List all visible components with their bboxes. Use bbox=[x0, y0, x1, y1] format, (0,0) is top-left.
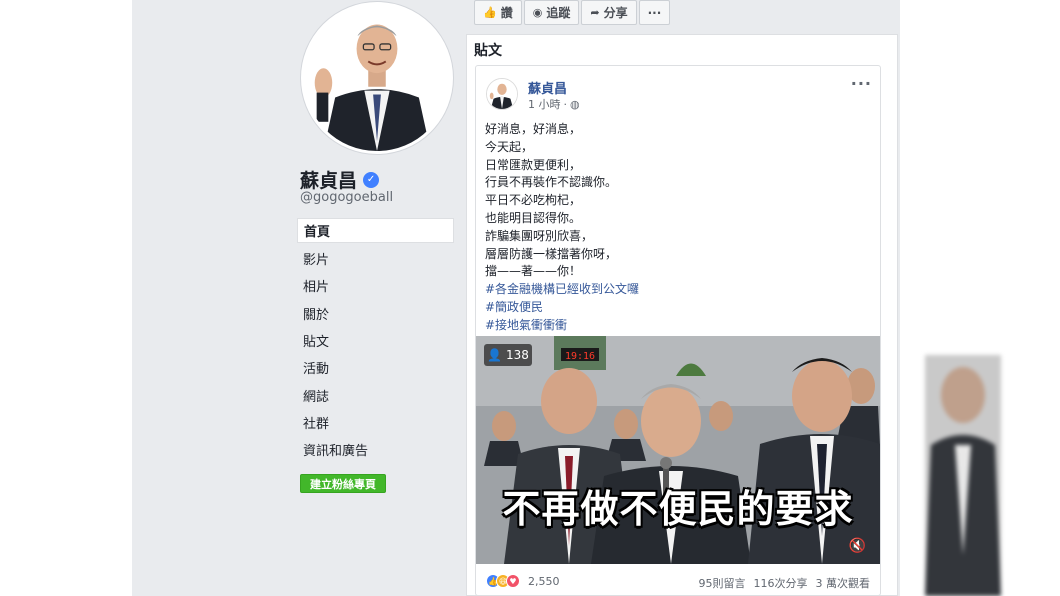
more-actions-button[interactable]: ··· bbox=[638, 0, 671, 25]
post-author-avatar[interactable] bbox=[486, 78, 518, 110]
page-name-text: 蘇貞昌 bbox=[300, 170, 358, 192]
verified-check-icon: ✓ bbox=[363, 171, 380, 188]
page-action-bar: 👍 讚 ◉ 追蹤 ➦ 分享 ··· bbox=[474, 0, 672, 25]
more-icon: ··· bbox=[647, 5, 662, 20]
reaction-summary[interactable]: 👍 😆 ♥ 2,550 bbox=[486, 574, 560, 588]
post-text-line: 日常匯款更便利， bbox=[485, 157, 582, 172]
view-count: 3 萬次觀看 bbox=[815, 577, 871, 590]
hashtag-link[interactable]: #各金融機構已經收到公文囉 bbox=[485, 281, 875, 299]
viewer-count: 138 bbox=[506, 348, 529, 362]
profile-photo[interactable] bbox=[301, 2, 453, 154]
post-text-line: 層層防護一樣擋著你呀， bbox=[485, 246, 618, 261]
nav-item-info-and-ads[interactable]: 資訊和廣告 bbox=[297, 436, 454, 463]
post-stats: 95則留言 116次分享 3 萬次觀看 bbox=[699, 575, 871, 591]
thumbs-up-icon: 👍 bbox=[483, 6, 497, 19]
post-author-name[interactable]: 蘇貞昌 bbox=[528, 78, 567, 97]
post-text-line: 行員不再裝作不認識你。 bbox=[485, 175, 618, 190]
share-button[interactable]: ➦ 分享 bbox=[581, 0, 637, 25]
separator-dot: · bbox=[563, 97, 568, 111]
page-navigation: 首頁 影片 相片 關於 貼文 活動 網誌 社群 資訊和廣告 bbox=[297, 218, 454, 463]
nav-item-home[interactable]: 首頁 bbox=[297, 218, 454, 243]
globe-icon: ◍ bbox=[570, 97, 580, 111]
post-video[interactable]: 19:16 👤 138 不再做不便民的要求 🔇 bbox=[476, 336, 880, 564]
post-text-line: 今天起， bbox=[485, 139, 534, 154]
post-text-line: 也能明目認得你。 bbox=[485, 210, 582, 225]
nav-item-notes[interactable]: 網誌 bbox=[297, 381, 454, 408]
screenshot-canvas: 蘇貞昌 ✓ @gogogoeball 首頁 影片 相片 關於 貼文 活動 網誌 … bbox=[0, 0, 1060, 596]
share-label: 分享 bbox=[603, 6, 628, 20]
follow-button[interactable]: ◉ 追蹤 bbox=[523, 0, 580, 25]
post-options-button[interactable]: ··· bbox=[851, 74, 872, 93]
video-caption: 不再做不便民的要求 bbox=[502, 487, 854, 531]
board-clock-text: 19:16 bbox=[565, 351, 595, 362]
post-text-line: 平日不必吃枸杞， bbox=[485, 193, 582, 208]
hashtag-link[interactable]: #簡政便民 bbox=[485, 299, 875, 317]
like-page-button[interactable]: 👍 讚 bbox=[474, 0, 522, 25]
post-text-line: 詐騙集團呀別欣喜， bbox=[485, 228, 594, 243]
posts-section-title: 貼文 bbox=[474, 43, 502, 59]
post-meta: 1 小時 · ◍ bbox=[528, 96, 580, 112]
speaker-mute-icon[interactable]: 🔇 bbox=[849, 538, 866, 554]
create-page-button[interactable]: 建立粉絲專頁 bbox=[300, 474, 386, 493]
post-text-line: 擋——著——你！ bbox=[485, 264, 582, 279]
blurred-side-thumbnail bbox=[925, 355, 1001, 596]
post-author-avatar-image bbox=[487, 79, 517, 109]
profile-photo-image bbox=[304, 5, 450, 151]
love-reaction-icon: ♥ bbox=[506, 574, 520, 588]
post-body: 好消息，好消息， 今天起， 日常匯款更便利， 行員不再裝作不認識你。 平日不必吃… bbox=[485, 121, 875, 335]
share-count[interactable]: 116次分享 bbox=[754, 575, 808, 591]
follow-label: 追蹤 bbox=[546, 6, 571, 20]
nav-item-events[interactable]: 活動 bbox=[297, 354, 454, 381]
like-page-label: 讚 bbox=[500, 6, 513, 20]
post-time[interactable]: 1 小時 bbox=[528, 96, 561, 112]
nav-item-about[interactable]: 關於 bbox=[297, 300, 454, 327]
viewer-count-badge: 👤 138 bbox=[484, 344, 532, 366]
post-text-line: 好消息，好消息， bbox=[485, 122, 582, 136]
nav-item-community[interactable]: 社群 bbox=[297, 409, 454, 436]
nav-item-videos[interactable]: 影片 bbox=[297, 245, 454, 272]
page-name: 蘇貞昌 ✓ bbox=[300, 166, 380, 193]
comment-count[interactable]: 95則留言 bbox=[699, 575, 746, 591]
page-handle[interactable]: @gogogoeball bbox=[300, 190, 393, 205]
hashtag-link[interactable]: #接地氣衝衝衝 bbox=[485, 317, 875, 335]
person-icon: 👤 bbox=[487, 348, 503, 362]
share-arrow-icon: ➦ bbox=[590, 6, 600, 19]
reaction-count: 2,550 bbox=[528, 574, 560, 588]
rss-icon: ◉ bbox=[532, 6, 543, 19]
post-card: 蘇貞昌 1 小時 · ◍ ··· 好消息，好消息， 今天起， 日常匯款更便利， … bbox=[475, 65, 881, 596]
nav-item-posts[interactable]: 貼文 bbox=[297, 327, 454, 354]
nav-item-photos[interactable]: 相片 bbox=[297, 272, 454, 299]
